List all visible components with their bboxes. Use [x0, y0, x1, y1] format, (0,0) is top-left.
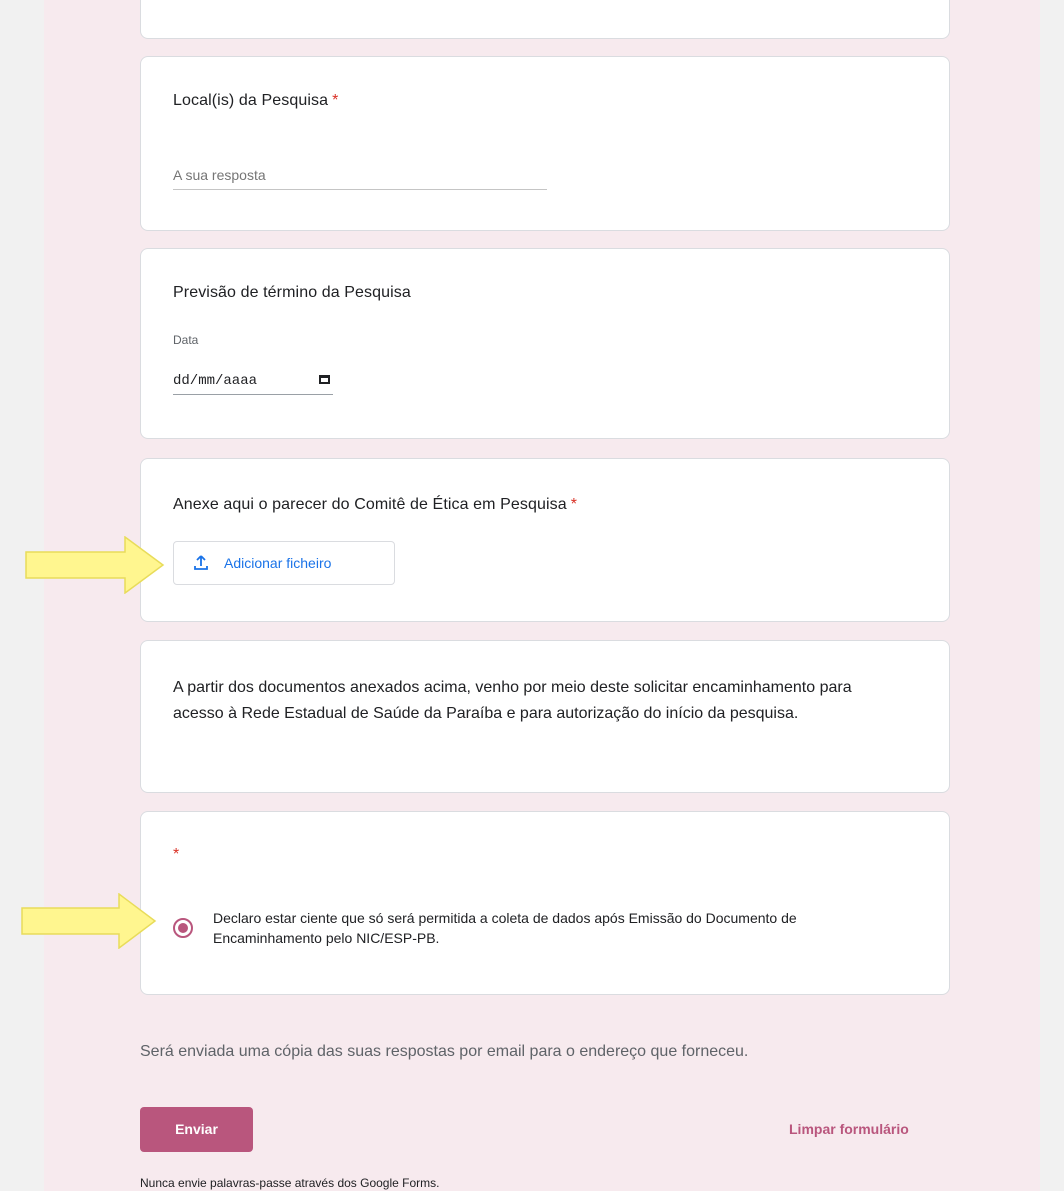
upload-icon [194, 555, 208, 570]
description-text: A partir dos documentos anexados acima, … [173, 679, 852, 722]
declaration-option-label[interactable]: Declaro estar ciente que só será permiti… [213, 908, 903, 948]
local-answer-input[interactable] [173, 161, 547, 190]
clear-form-link[interactable]: Limpar formulário [789, 1121, 909, 1137]
question-card-declaration: * Declaro estar ciente que só será permi… [140, 811, 950, 995]
question-title: Anexe aqui o parecer do Comitê de Ética … [173, 496, 577, 514]
date-placeholder: dd/mm/aaaa [173, 373, 258, 389]
date-label: Data [173, 333, 199, 347]
question-title: Previsão de término da Pesquisa [173, 284, 411, 301]
annotation-arrow-declaration [21, 893, 157, 949]
date-input[interactable]: dd/mm/aaaa [173, 365, 333, 395]
question-card-local: Local(is) da Pesquisa * [140, 56, 950, 231]
required-asterisk: * [570, 496, 578, 513]
email-copy-note: Será enviada uma cópia das suas resposta… [140, 1043, 749, 1060]
add-file-label: Adicionar ficheiro [224, 555, 332, 571]
question-title-text: Anexe aqui o parecer do Comitê de Ética … [173, 496, 567, 513]
annotation-arrow-upload [25, 536, 165, 594]
question-title-text: Local(is) da Pesquisa [173, 92, 329, 109]
calendar-icon[interactable] [319, 375, 330, 384]
required-asterisk: * [173, 846, 180, 863]
declaration-radio[interactable] [173, 918, 193, 938]
previous-question-card [140, 0, 950, 39]
add-file-button[interactable]: Adicionar ficheiro [173, 541, 395, 585]
required-asterisk: * [332, 92, 339, 109]
password-warning: Nunca envie palavras-passe através dos G… [140, 1176, 440, 1190]
question-card-date: Previsão de término da Pesquisa Data dd/… [140, 248, 950, 439]
question-title: Local(is) da Pesquisa * [173, 92, 338, 110]
radio-selected-dot [178, 923, 188, 933]
description-card: A partir dos documentos anexados acima, … [140, 640, 950, 793]
question-card-upload: Anexe aqui o parecer do Comitê de Ética … [140, 458, 950, 622]
submit-button[interactable]: Enviar [140, 1107, 253, 1152]
